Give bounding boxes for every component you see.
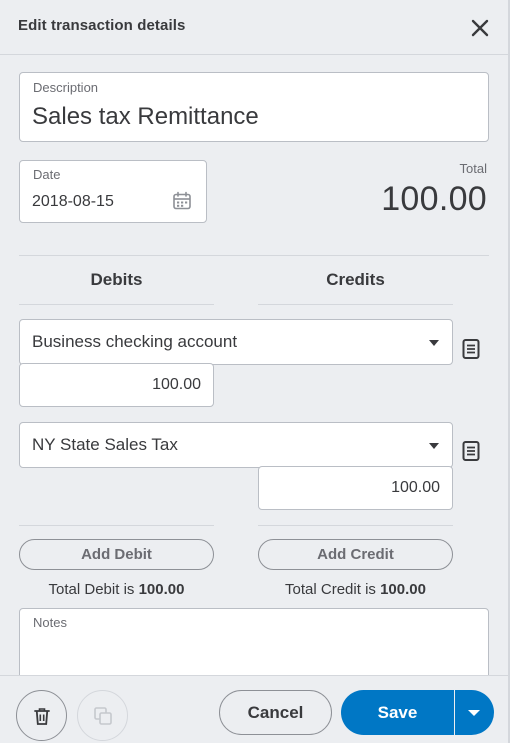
calendar-button[interactable] — [172, 191, 192, 211]
notes-label: Notes — [33, 615, 67, 630]
panel-header: Edit transaction details — [0, 0, 508, 55]
account-select-line-1[interactable]: Business checking account — [19, 319, 453, 365]
debit-amount-value: 100.00 — [152, 376, 201, 393]
account-select-line-2[interactable]: NY State Sales Tax — [19, 422, 453, 468]
credits-header: Credits — [326, 270, 385, 289]
memo-icon — [462, 441, 480, 461]
copy-icon — [94, 707, 112, 725]
add-debit-button[interactable]: Add Debit — [19, 539, 214, 570]
chevron-down-icon — [429, 443, 439, 449]
chevron-down-icon — [468, 710, 480, 716]
total-debit-value: 100.00 — [138, 581, 185, 598]
copy-button[interactable] — [77, 690, 128, 741]
credits-footer-divider — [258, 525, 453, 526]
description-label: Description — [33, 80, 99, 95]
add-credit-button[interactable]: Add Credit — [258, 539, 453, 570]
panel-footer: Cancel Save — [0, 675, 508, 743]
total-debit-text: Total Debit is 100.00 — [19, 581, 214, 598]
section-divider — [19, 255, 489, 256]
close-button[interactable] — [466, 14, 494, 42]
debits-header: Debits — [90, 270, 143, 289]
description-value: Sales tax Remittance — [32, 103, 259, 130]
total-credit-value: 100.00 — [380, 581, 426, 598]
memo-button-line-2[interactable] — [461, 440, 481, 462]
credit-amount-value: 100.00 — [391, 479, 440, 496]
save-button[interactable]: Save — [341, 690, 454, 735]
account-select-value: NY State Sales Tax — [32, 435, 178, 454]
save-options-button[interactable] — [455, 690, 494, 735]
total-label: Total — [459, 161, 487, 176]
total-credit-text: Total Credit is 100.00 — [258, 581, 453, 598]
debit-amount-line-1[interactable]: 100.00 — [19, 363, 214, 407]
credit-amount-line-2[interactable]: 100.00 — [258, 466, 453, 510]
trash-icon — [34, 708, 50, 725]
debits-header-divider — [19, 304, 214, 305]
credits-header-divider — [258, 304, 453, 305]
total-amount: 100.00 — [381, 180, 487, 218]
chevron-down-icon — [429, 340, 439, 346]
date-value: 2018-08-15 — [32, 193, 114, 210]
date-label: Date — [33, 167, 61, 182]
delete-button[interactable] — [16, 690, 67, 741]
description-field[interactable]: Description Sales tax Remittance — [19, 72, 489, 142]
total-debit-label: Total Debit is — [48, 581, 135, 598]
calendar-icon — [173, 191, 191, 210]
memo-icon — [462, 339, 480, 359]
close-icon — [471, 19, 489, 37]
cancel-button[interactable]: Cancel — [219, 690, 332, 735]
edit-transaction-panel: Edit transaction details Description Sal… — [0, 0, 510, 743]
panel-title: Edit transaction details — [18, 17, 186, 34]
debits-footer-divider — [19, 525, 214, 526]
memo-button-line-1[interactable] — [461, 338, 481, 360]
account-select-value: Business checking account — [32, 332, 238, 351]
total-credit-label: Total Credit is — [285, 581, 376, 598]
date-field[interactable]: Date 2018-08-15 — [19, 160, 207, 223]
